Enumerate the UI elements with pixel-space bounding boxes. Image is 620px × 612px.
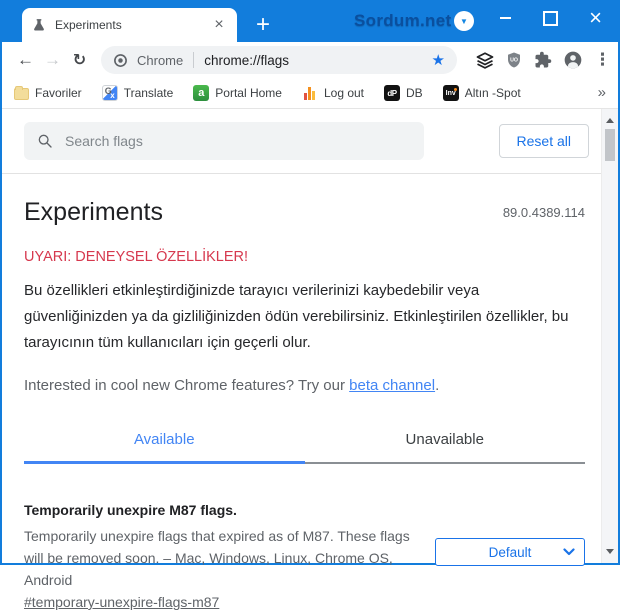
url-text[interactable]: chrome://flags [204,53,289,68]
flags-main: Experiments 89.0.4389.114 UYARI: DENEYSE… [2,198,601,612]
db-icon [384,85,401,101]
reload-icon[interactable] [66,50,93,70]
window-controls [483,0,618,36]
bookmark-portal-home[interactable]: Portal Home [193,85,282,101]
browser-toolbar: Chrome chrome://flags UO [2,42,618,78]
flag-permalink[interactable]: #temporary-unexpire-flags-m87 [24,594,219,610]
page-title: Experiments [24,198,163,226]
site-label: Chrome [137,52,184,68]
scroll-up-icon[interactable] [606,118,614,123]
new-tab-button[interactable] [248,8,278,42]
folder-icon [14,86,29,100]
flask-icon [34,19,44,31]
url-separator [193,52,195,68]
bookmark-label: Altın -Spot [464,86,521,100]
bookmark-db[interactable]: DB [384,85,423,101]
bookmark-label: Favoriler [35,86,82,100]
minimize-button[interactable] [483,0,528,36]
chrome-logo-icon [114,53,127,67]
flag-select-value: Default [488,544,532,560]
watermark-text: Sordum.net [354,11,452,30]
reset-all-button[interactable]: Reset all [498,124,589,158]
tab-title: Experiments [55,18,122,32]
beta-channel-link[interactable]: beta channel [349,377,435,394]
bookmark-star-icon[interactable] [432,51,445,70]
shield-extension-icon[interactable]: UO [505,51,523,69]
intro-paragraph: Bu özellikleri etkinleştirdiğinizde tara… [24,282,569,351]
back-icon[interactable] [12,50,39,70]
search-input[interactable] [63,132,411,150]
forward-icon [39,50,66,70]
close-window-button[interactable] [573,0,618,36]
bookmark-label: Portal Home [215,86,282,100]
tab-close-icon[interactable] [211,16,227,34]
bookmarks-overflow-icon[interactable] [598,84,606,102]
browser-tab-experiments[interactable]: Experiments [22,8,237,42]
search-section: Reset all [2,109,601,174]
bookmark-favoriler[interactable]: Favoriler [14,86,82,100]
flag-description: Temporarily unexpire flags that expired … [24,528,410,588]
address-bar[interactable]: Chrome chrome://flags [101,46,457,74]
bookmark-label: DB [406,86,423,100]
layers-extension-icon[interactable] [476,51,494,69]
version-number: 89.0.4389.114 [502,205,585,220]
tab-available[interactable]: Available [24,420,305,464]
profile-avatar-icon[interactable] [563,50,583,70]
search-box[interactable] [24,122,424,160]
bookmark-label: Translate [123,86,174,100]
promo-period: . [435,377,440,394]
investing-icon [442,85,459,101]
scroll-down-icon[interactable] [606,549,614,554]
bookmark-translate[interactable]: Translate [101,85,174,101]
bookmark-altin-spot[interactable]: Altın -Spot [442,85,521,101]
extensions-puzzle-icon[interactable] [534,51,552,69]
titlebar: Experiments Sordum.net [2,0,618,42]
bookmarks-bar: Favoriler Translate Portal Home Log out … [2,78,618,109]
tab-unavailable[interactable]: Unavailable [304,420,585,464]
bookmark-label: Log out [323,86,365,100]
watermark-badge-icon [454,11,474,31]
maximize-button[interactable] [528,0,573,36]
beta-promo: Interested in cool new Chrome features? … [24,377,585,394]
search-icon [38,134,52,148]
scrollbar-thumb[interactable] [605,129,615,161]
flag-select[interactable]: Default [435,538,585,566]
experimental-warning: UYARI: DENEYSEL ÖZELLİKLER! [24,249,249,265]
scrollbar[interactable] [601,109,618,563]
translate-icon [101,85,118,101]
promo-text: Interested in cool new Chrome features? … [24,377,350,394]
flags-tabs: Available Unavailable [24,420,585,464]
svg-text:UO: UO [510,58,518,64]
chevron-down-icon [563,548,575,556]
flag-name: Temporarily unexpire M87 flags. [24,502,237,518]
portal-icon [193,85,210,101]
flags-page: Reset all Experiments 89.0.4389.114 UYAR… [2,109,618,610]
flag-entry: Temporarily unexpire M87 flags. Temporar… [24,502,585,612]
bookmark-log-out[interactable]: Log out [301,85,365,101]
logout-bars-icon [301,85,318,101]
browser-menu-icon[interactable] [594,50,608,70]
browser-window: Experiments Sordum.net Chrome chrome://f… [0,0,620,610]
